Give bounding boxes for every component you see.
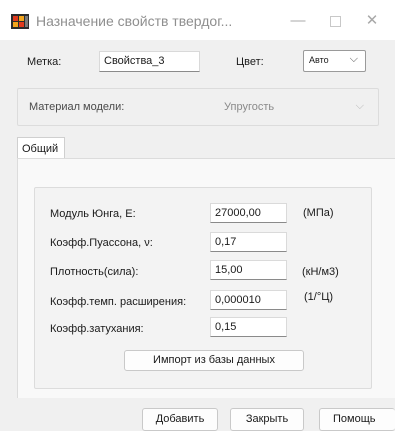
maximize-icon [329, 16, 341, 27]
chevron-down-icon: ⌵ [355, 100, 364, 112]
label-caption: Метка: [27, 56, 62, 68]
property-unit: (1/°Ц) [304, 291, 334, 303]
close-window-button[interactable]: ✕ [357, 10, 387, 34]
material-caption: Материал модели: [29, 101, 125, 113]
dialog-body: Метка: Свойства_3 Цвет: Авто ⌵ Материал … [0, 40, 395, 431]
material-group: Материал модели: Упругость ⌵ [17, 88, 379, 126]
young-modulus-input[interactable]: 27000,00 [210, 203, 287, 223]
close-button[interactable]: Закрыть [230, 408, 304, 431]
import-from-database-button[interactable]: Импорт из базы данных [124, 350, 304, 371]
property-unit: (кН/м3) [302, 266, 339, 278]
damping-input[interactable]: 0,15 [210, 317, 287, 337]
material-select[interactable]: Упругость ⌵ [222, 98, 372, 118]
poisson-ratio-input[interactable]: 0,17 [210, 232, 287, 252]
color-select-value: Авто [309, 55, 329, 65]
add-button[interactable]: Добавить [142, 408, 218, 431]
property-label: Модуль Юнга, E: [50, 208, 136, 220]
property-label: Плотность(сила): [50, 266, 139, 278]
label-input[interactable]: Свойства_3 [99, 51, 200, 72]
help-button[interactable]: Помощь [319, 408, 395, 431]
color-select[interactable]: Авто ⌵ [303, 50, 366, 72]
window-title: Назначение свойств твердог... [36, 13, 233, 29]
property-label: Коэфф.Пуассона, ν: [50, 237, 153, 249]
property-unit: (МПа) [303, 207, 334, 219]
title-bar[interactable]: Назначение свойств твердог... — ✕ [0, 0, 395, 40]
thermal-expansion-input[interactable]: 0,000010 [210, 290, 287, 310]
tab-general[interactable]: Общий [17, 137, 65, 159]
material-select-value: Упругость [224, 101, 275, 113]
property-label: Коэфф.затухания: [50, 323, 144, 335]
properties-panel: Модуль Юнга, E: 27000,00 (МПа) Коэфф.Пуа… [34, 187, 372, 389]
density-input[interactable]: 15,00 [210, 260, 287, 280]
property-label: Коэфф.темп. расширения: [50, 296, 187, 308]
app-icon [11, 14, 29, 29]
chevron-down-icon: ⌵ [349, 53, 358, 65]
minimize-button[interactable]: — [283, 10, 313, 34]
color-caption: Цвет: [236, 56, 264, 68]
maximize-button[interactable] [320, 10, 350, 34]
